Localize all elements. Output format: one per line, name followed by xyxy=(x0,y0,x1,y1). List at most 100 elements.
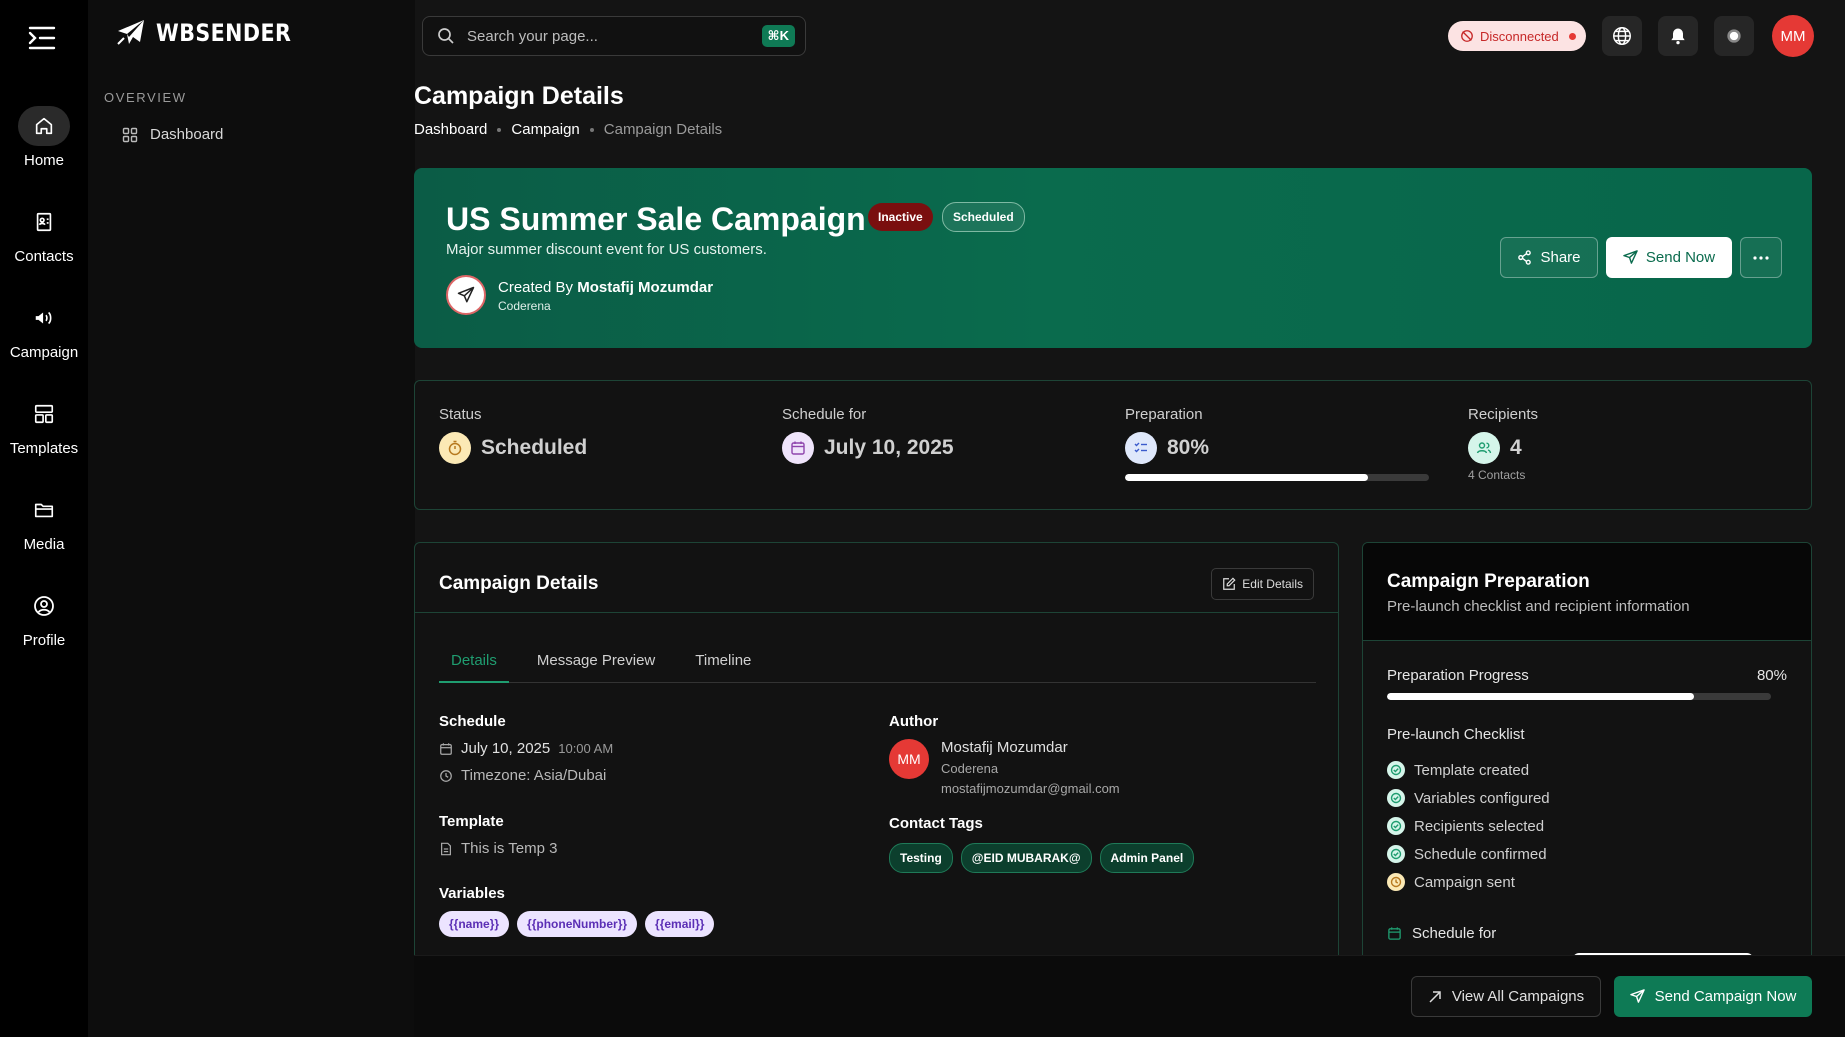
author-organization: Coderena xyxy=(941,761,999,776)
contact-tag: Testing xyxy=(889,843,953,873)
author-email[interactable]: mostafijmozumdar@gmail.com xyxy=(941,781,1120,796)
rail-item-media[interactable]: Media xyxy=(0,490,88,553)
profile-icon xyxy=(18,586,70,626)
globe-icon xyxy=(1611,25,1633,47)
search-input[interactable]: Search your page... xyxy=(467,28,762,45)
checklist-label: Template created xyxy=(1414,761,1530,779)
edit-details-label: Edit Details xyxy=(1242,577,1303,591)
templates-icon xyxy=(18,394,70,434)
rail-item-home[interactable]: Home xyxy=(0,106,88,169)
checklist-label: Campaign sent xyxy=(1414,873,1515,891)
search-bar[interactable]: Search your page... ⌘K xyxy=(422,16,806,56)
author-name: Mostafij Mozumdar xyxy=(941,739,1068,756)
stat-schedule: Schedule for July 10, 2025 xyxy=(782,406,954,464)
notifications-button[interactable] xyxy=(1658,16,1698,56)
breadcrumb-campaign[interactable]: Campaign xyxy=(511,121,579,138)
app-rail: Home Contacts Campaign Templates Media P… xyxy=(0,0,88,1037)
search-shortcut-badge: ⌘K xyxy=(761,25,795,47)
stat-value: July 10, 2025 xyxy=(824,436,954,459)
schedule-date: July 10, 2025 xyxy=(461,740,551,757)
contacts-icon xyxy=(18,202,70,242)
share-label: Share xyxy=(1540,249,1581,266)
more-options-button[interactable] xyxy=(1740,237,1782,278)
stat-label: Status xyxy=(439,406,482,423)
menu-toggle-icon[interactable] xyxy=(26,24,60,54)
variables-heading: Variables xyxy=(439,885,505,902)
contact-tag: @EID MUBARAK@ xyxy=(960,843,1092,873)
preparation-progress-bar xyxy=(1125,474,1429,481)
tab-message-preview[interactable]: Message Preview xyxy=(525,647,667,683)
brand-logo[interactable]: WBSENDER xyxy=(116,18,313,48)
template-line: This is Temp 3 xyxy=(439,840,557,857)
author-heading: Author xyxy=(889,713,939,730)
card-title: Campaign Preparation xyxy=(1387,571,1590,592)
checklist-label: Recipients selected xyxy=(1414,817,1545,835)
progress-value: 80% xyxy=(1756,667,1787,684)
stat-value: Scheduled xyxy=(481,436,588,459)
edit-details-button[interactable]: Edit Details xyxy=(1211,568,1314,600)
rail-item-contacts[interactable]: Contacts xyxy=(0,202,88,265)
template-name: This is Temp 3 xyxy=(461,840,558,857)
checklist-label: Schedule confirmed xyxy=(1414,845,1547,863)
rail-item-campaign[interactable]: Campaign xyxy=(0,298,88,361)
rail-item-profile[interactable]: Profile xyxy=(0,586,88,649)
nav-section-label: OVERVIEW xyxy=(104,90,187,105)
template-heading: Template xyxy=(439,813,504,830)
arrow-up-right-icon xyxy=(1428,990,1442,1004)
stat-value: 4 xyxy=(1510,436,1522,459)
rail-item-label: Profile xyxy=(22,632,66,649)
stat-status: Status Scheduled xyxy=(439,406,587,464)
creator-organization: Coderena xyxy=(498,299,551,313)
check-circle-icon xyxy=(1387,817,1405,835)
progress-fill xyxy=(1125,474,1369,481)
checklist-item: Recipients selected xyxy=(1387,817,1544,835)
checklist-item: Template created xyxy=(1387,761,1529,779)
users-icon xyxy=(1468,432,1500,464)
rail-item-templates[interactable]: Templates xyxy=(0,394,88,457)
timezone-line: Timezone: Asia/Dubai xyxy=(439,767,606,784)
created-by-prefix: Created By xyxy=(498,279,574,296)
breadcrumb-separator xyxy=(589,127,594,132)
nav-item-label: Dashboard xyxy=(150,126,224,143)
checklist-item: Campaign sent xyxy=(1387,873,1515,891)
home-icon xyxy=(18,106,70,146)
schedule-heading: Schedule xyxy=(439,713,506,730)
rail-item-label: Home xyxy=(23,152,64,169)
share-button[interactable]: Share xyxy=(1500,237,1598,278)
breadcrumb-dashboard[interactable]: Dashboard xyxy=(414,121,487,138)
tab-timeline[interactable]: Timeline xyxy=(683,647,763,683)
connection-status-badge[interactable]: Disconnected xyxy=(1448,21,1586,51)
settings-button[interactable] xyxy=(1714,16,1754,56)
timezone-text: Timezone: Asia/Dubai xyxy=(461,767,607,784)
variable-chip: {{email}} xyxy=(645,911,715,937)
brand-name: WBSENDER xyxy=(156,19,292,47)
campaign-hero-banner: US Summer Sale Campaign Inactive Schedul… xyxy=(414,168,1812,348)
rail-item-label: Campaign xyxy=(9,344,79,361)
user-avatar[interactable]: MM xyxy=(1772,15,1814,57)
tab-details[interactable]: Details xyxy=(439,647,509,683)
search-icon xyxy=(437,27,455,45)
rail-item-label: Templates xyxy=(9,440,79,457)
schedule-for-row: Schedule for xyxy=(1387,925,1496,942)
language-button[interactable] xyxy=(1602,16,1642,56)
check-circle-icon xyxy=(1387,761,1405,779)
page-title: Campaign Details xyxy=(414,82,624,110)
rail-item-label: Contacts xyxy=(14,248,74,265)
calendar-icon xyxy=(782,432,814,464)
progress-label: Preparation Progress xyxy=(1387,667,1529,684)
nav-item-dashboard[interactable]: Dashboard xyxy=(122,126,223,143)
send-campaign-now-button[interactable]: Send Campaign Now xyxy=(1614,976,1812,1017)
whatsapp-off-icon xyxy=(1460,29,1474,43)
schedule-date-line: July 10, 2025 10:00 AM xyxy=(439,740,613,757)
campaign-details-card: Campaign Details Edit Details Details Me… xyxy=(414,542,1339,962)
campaign-preparation-card: Campaign Preparation Pre-launch checklis… xyxy=(1362,542,1812,962)
view-all-campaigns-button[interactable]: View All Campaigns xyxy=(1411,976,1601,1017)
send-now-button[interactable]: Send Now xyxy=(1606,237,1732,278)
clock-pending-icon xyxy=(1387,873,1405,891)
created-by-line: Created By Mostafij Mozumdar xyxy=(498,279,713,296)
connection-status-text: Disconnected xyxy=(1480,28,1559,44)
card-header: Campaign Details Edit Details xyxy=(415,543,1338,613)
nav-panel: WBSENDER OVERVIEW Dashboard xyxy=(88,0,415,1037)
check-circle-icon xyxy=(1387,845,1405,863)
more-horizontal-icon xyxy=(1753,255,1769,260)
